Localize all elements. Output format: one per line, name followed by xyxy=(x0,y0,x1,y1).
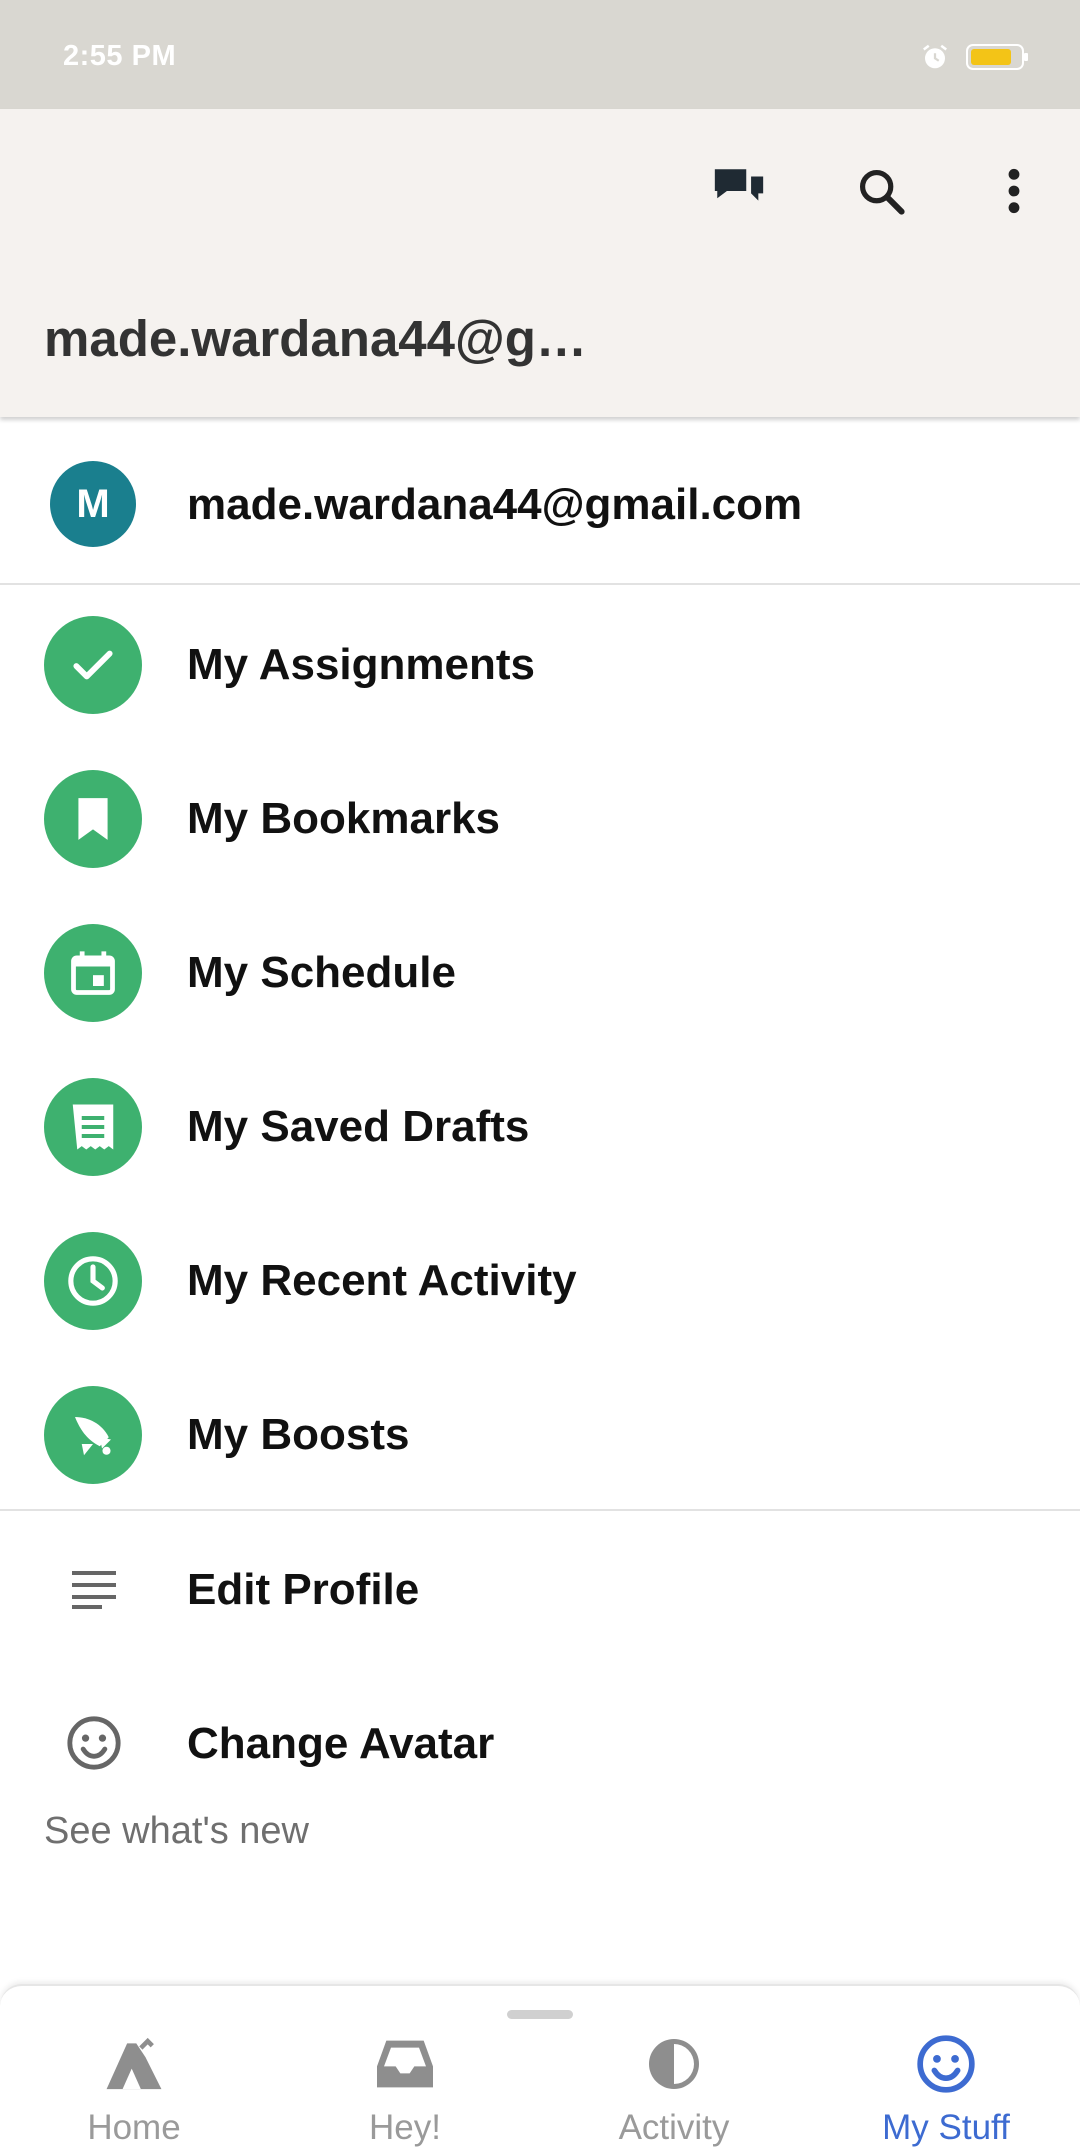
tab-label: Hey! xyxy=(369,2108,441,2147)
change-avatar-label: Change Avatar xyxy=(187,1719,495,1768)
activity-icon xyxy=(642,2032,706,2096)
menu-item-assignments[interactable]: My Assignments xyxy=(0,588,1080,742)
chat-icon[interactable] xyxy=(704,156,774,226)
check-icon xyxy=(44,616,142,714)
search-icon[interactable] xyxy=(846,156,916,226)
menu-item-recent-activity[interactable]: My Recent Activity xyxy=(0,1204,1080,1358)
menu-item-boosts[interactable]: My Boosts xyxy=(0,1358,1080,1512)
page-title: made.wardana44@g… xyxy=(44,310,587,367)
account-email: made.wardana44@gmail.com xyxy=(187,480,803,529)
inbox-icon xyxy=(373,2032,437,2096)
tab-label: Home xyxy=(87,2108,181,2147)
menu-item-label: My Recent Activity xyxy=(187,1256,577,1305)
tab-home[interactable]: Home xyxy=(34,2032,234,2152)
bookmark-icon xyxy=(44,770,142,868)
home-icon xyxy=(102,2032,166,2096)
clock-icon xyxy=(44,1232,142,1330)
change-avatar-item[interactable]: Change Avatar xyxy=(0,1667,1080,1821)
status-time: 2:55 PM xyxy=(63,40,177,72)
menu-item-label: My Boosts xyxy=(187,1410,410,1459)
bottom-nav: Home Hey! Activity My Stuff xyxy=(0,1984,1080,2152)
battery-icon xyxy=(966,44,1028,70)
menu-item-label: My Saved Drafts xyxy=(187,1102,530,1151)
account-row[interactable]: M made.wardana44@gmail.com xyxy=(0,418,1080,585)
menu-item-label: My Bookmarks xyxy=(187,794,501,843)
menu-item-saved-drafts[interactable]: My Saved Drafts xyxy=(0,1050,1080,1204)
status-bar: 2:55 PM xyxy=(0,0,1080,109)
smiley-icon xyxy=(58,1713,130,1773)
avatar: M xyxy=(50,461,136,547)
menu-item-bookmarks[interactable]: My Bookmarks xyxy=(0,742,1080,896)
lines-icon xyxy=(58,1559,130,1619)
smiley-icon xyxy=(914,2032,978,2096)
drag-handle[interactable] xyxy=(507,2010,573,2019)
draft-icon xyxy=(44,1078,142,1176)
menu-item-schedule[interactable]: My Schedule xyxy=(0,896,1080,1050)
edit-profile-item[interactable]: Edit Profile xyxy=(0,1513,1080,1667)
menu-item-label: My Schedule xyxy=(187,948,456,997)
tab-activity[interactable]: Activity xyxy=(574,2032,774,2152)
tab-label: My Stuff xyxy=(882,2108,1010,2147)
section-divider xyxy=(0,1509,1080,1511)
tab-label: Activity xyxy=(618,2108,730,2147)
alarm-icon xyxy=(923,44,947,69)
app-bar: made.wardana44@g… xyxy=(0,109,1080,417)
whats-new-link[interactable]: See what's new xyxy=(44,1810,309,1853)
tab-hey[interactable]: Hey! xyxy=(305,2032,505,2152)
menu-item-label: My Assignments xyxy=(187,640,536,689)
calendar-icon xyxy=(44,924,142,1022)
tab-my-stuff[interactable]: My Stuff xyxy=(846,2032,1046,2152)
more-vert-icon[interactable] xyxy=(979,156,1049,226)
edit-profile-label: Edit Profile xyxy=(187,1565,420,1614)
rocket-icon xyxy=(44,1386,142,1484)
